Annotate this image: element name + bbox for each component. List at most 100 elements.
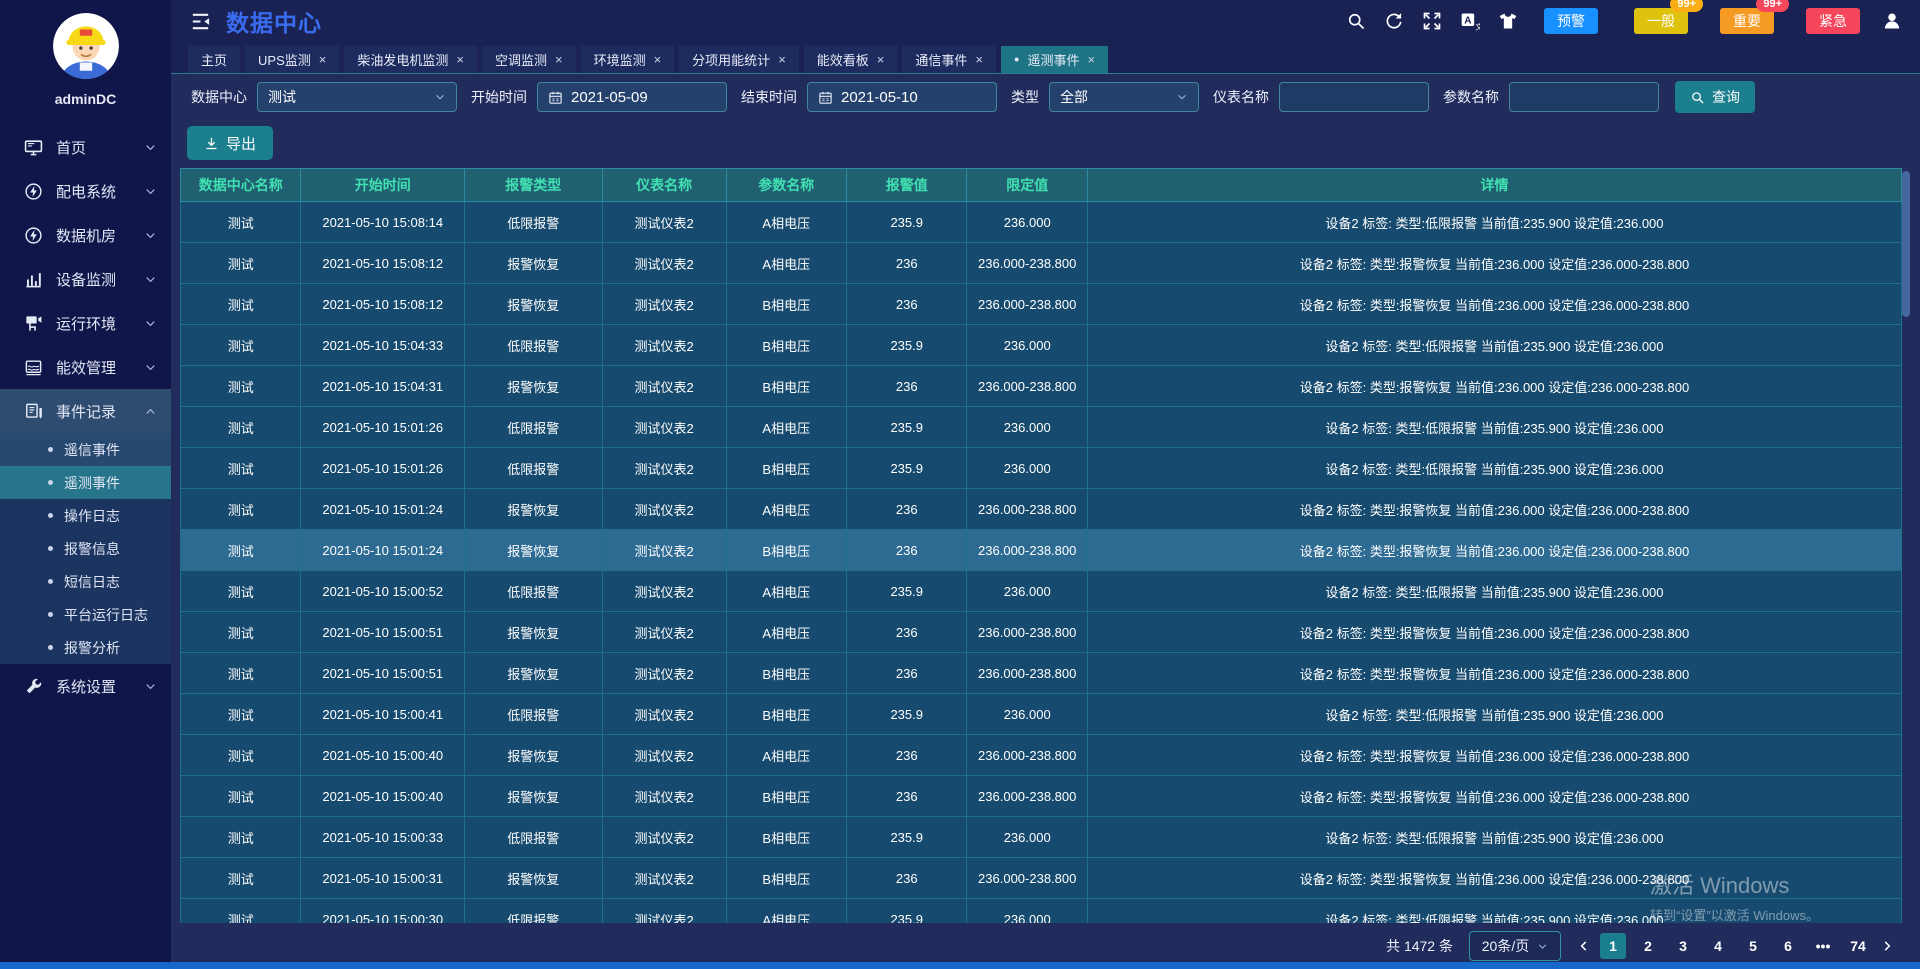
- table-row[interactable]: 测试 2021-05-10 15:08:12 报警恢复 测试仪表2 B相电压 2…: [181, 284, 1902, 325]
- table-row[interactable]: 测试 2021-05-10 15:00:40 报警恢复 测试仪表2 B相电压 2…: [181, 776, 1902, 817]
- tab[interactable]: 柴油发电机监测 ×: [344, 46, 477, 73]
- fullscreen-icon[interactable]: [1422, 11, 1442, 31]
- table-scrollbar-thumb[interactable]: [1902, 171, 1910, 317]
- sidebar-subitem[interactable]: 遥测事件: [0, 466, 171, 499]
- page-button[interactable]: 5: [1740, 933, 1766, 959]
- chevron-down-icon: [144, 185, 157, 198]
- page-button[interactable]: 4: [1705, 933, 1731, 959]
- table-row[interactable]: 测试 2021-05-10 15:00:51 报警恢复 测试仪表2 B相电压 2…: [181, 653, 1902, 694]
- tab[interactable]: 分项用能统计 ×: [679, 46, 799, 73]
- tab[interactable]: ● 遥测事件 ×: [1001, 46, 1108, 73]
- table-row[interactable]: 测试 2021-05-10 15:00:31 报警恢复 测试仪表2 B相电压 2…: [181, 858, 1902, 899]
- tab[interactable]: 环境监测 ×: [581, 46, 675, 73]
- translate-icon[interactable]: [1460, 11, 1480, 31]
- page-button[interactable]: 6: [1775, 933, 1801, 959]
- sidebar-item-label: 配电系统: [56, 181, 116, 202]
- forewarn-label: 预警: [1557, 13, 1585, 29]
- table-row[interactable]: 测试 2021-05-10 15:00:33 低限报警 测试仪表2 B相电压 2…: [181, 817, 1902, 858]
- meter-name-label: 仪表名称: [1213, 87, 1269, 107]
- meter-name-input[interactable]: [1279, 82, 1429, 112]
- page-button[interactable]: 74: [1845, 933, 1871, 959]
- tab[interactable]: 主页: [188, 46, 240, 73]
- export-button[interactable]: 导出: [187, 126, 273, 160]
- table-row[interactable]: 测试 2021-05-10 15:08:14 低限报警 测试仪表2 A相电压 2…: [181, 202, 1902, 243]
- prev-page-icon[interactable]: [1577, 939, 1591, 953]
- sidebar-subitem[interactable]: 报警信息: [0, 532, 171, 565]
- page-button[interactable]: 2: [1635, 933, 1661, 959]
- tab[interactable]: 通信事件 ×: [902, 46, 996, 73]
- sensor-icon: [24, 314, 43, 333]
- sidebar-subitem[interactable]: 短信日志: [0, 565, 171, 598]
- table-row[interactable]: 测试 2021-05-10 15:00:52 低限报警 测试仪表2 A相电压 2…: [181, 571, 1902, 612]
- cell-detail: 设备2 标签: 类型:报警恢复 当前值:236.000 设定值:236.000-…: [1087, 653, 1901, 694]
- sidebar-item-energy-management[interactable]: 能效管理: [0, 345, 171, 389]
- user-avatar[interactable]: [53, 13, 119, 79]
- tab-close-icon[interactable]: ×: [778, 52, 786, 67]
- cell-param-name: B相电压: [726, 776, 846, 817]
- tab-close-icon[interactable]: ×: [877, 52, 885, 67]
- table-row[interactable]: 测试 2021-05-10 15:01:26 低限报警 测试仪表2 A相电压 2…: [181, 407, 1902, 448]
- sidebar-subitem[interactable]: 遥信事件: [0, 433, 171, 466]
- cell-detail: 设备2 标签: 类型:低限报警 当前值:235.900 设定值:236.000: [1087, 202, 1901, 243]
- important-alarm-button[interactable]: 重要 99+: [1720, 8, 1774, 34]
- forewarn-button[interactable]: 预警: [1544, 8, 1598, 34]
- sidebar-item-home[interactable]: 首页: [0, 125, 171, 169]
- start-date-input[interactable]: 2021-05-09: [537, 82, 727, 112]
- theme-icon[interactable]: [1498, 11, 1518, 31]
- collapse-menu-icon[interactable]: [189, 10, 212, 33]
- table-row[interactable]: 测试 2021-05-10 15:04:33 低限报警 测试仪表2 B相电压 2…: [181, 325, 1902, 366]
- table-row[interactable]: 测试 2021-05-10 15:00:41 低限报警 测试仪表2 B相电压 2…: [181, 694, 1902, 735]
- sidebar-item-system-settings[interactable]: 系统设置: [0, 664, 171, 708]
- sidebar-subitem[interactable]: 操作日志: [0, 499, 171, 532]
- tab-close-icon[interactable]: ×: [456, 52, 464, 67]
- general-alarm-button[interactable]: 一般 99+: [1634, 8, 1688, 34]
- cell-alarm-type: 报警恢复: [464, 653, 602, 694]
- cell-limit-value: 236.000: [967, 325, 1087, 366]
- monitor-icon: [24, 138, 43, 157]
- tab[interactable]: UPS监测 ×: [245, 46, 339, 73]
- page-size-select[interactable]: 20条/页: [1469, 931, 1561, 961]
- table-row[interactable]: 测试 2021-05-10 15:04:31 报警恢复 测试仪表2 B相电压 2…: [181, 366, 1902, 407]
- cell-datacenter: 测试: [181, 776, 301, 817]
- datacenter-select[interactable]: 测试: [257, 82, 457, 112]
- tab-close-icon[interactable]: ×: [555, 52, 563, 67]
- param-name-input[interactable]: [1509, 82, 1659, 112]
- sidebar-item-event-records[interactable]: 事件记录: [0, 389, 171, 433]
- table-row[interactable]: 测试 2021-05-10 15:01:24 报警恢复 测试仪表2 A相电压 2…: [181, 489, 1902, 530]
- page-button[interactable]: 1: [1600, 933, 1626, 959]
- user-icon[interactable]: [1882, 11, 1902, 31]
- tab-close-icon[interactable]: ×: [319, 52, 327, 67]
- tab[interactable]: 能效看板 ×: [804, 46, 898, 73]
- cell-detail: 设备2 标签: 类型:低限报警 当前值:235.900 设定值:236.000: [1087, 899, 1901, 924]
- cell-start-time: 2021-05-10 15:00:52: [301, 571, 464, 612]
- sidebar-item-data-room[interactable]: 数据机房: [0, 213, 171, 257]
- urgent-alarm-button[interactable]: 紧急: [1806, 8, 1860, 34]
- cell-alarm-value: 236: [847, 530, 967, 571]
- type-select[interactable]: 全部: [1049, 82, 1199, 112]
- sidebar-item-environment[interactable]: 运行环境: [0, 301, 171, 345]
- tab-close-icon[interactable]: ×: [975, 52, 983, 67]
- sidebar-item-device-monitoring[interactable]: 设备监测: [0, 257, 171, 301]
- table-row[interactable]: 测试 2021-05-10 15:01:26 低限报警 测试仪表2 B相电压 2…: [181, 448, 1902, 489]
- cell-alarm-type: 报警恢复: [464, 735, 602, 776]
- sidebar-subitem[interactable]: 平台运行日志: [0, 598, 171, 631]
- cell-alarm-type: 报警恢复: [464, 612, 602, 653]
- tab[interactable]: 空调监测 ×: [482, 46, 576, 73]
- page-button[interactable]: •••: [1810, 933, 1836, 959]
- next-page-icon[interactable]: [1880, 939, 1894, 953]
- page-button[interactable]: 3: [1670, 933, 1696, 959]
- table-row[interactable]: 测试 2021-05-10 15:08:12 报警恢复 测试仪表2 A相电压 2…: [181, 243, 1902, 284]
- table-row[interactable]: 测试 2021-05-10 15:00:40 报警恢复 测试仪表2 A相电压 2…: [181, 735, 1902, 776]
- sidebar-subitem[interactable]: 报警分析: [0, 631, 171, 664]
- search-button[interactable]: 查询: [1675, 81, 1755, 113]
- search-icon[interactable]: [1346, 11, 1366, 31]
- tab-close-icon[interactable]: ×: [1087, 52, 1095, 67]
- cell-param-name: B相电压: [726, 325, 846, 366]
- tab-close-icon[interactable]: ×: [654, 52, 662, 67]
- table-row[interactable]: 测试 2021-05-10 15:00:30 低限报警 测试仪表2 A相电压 2…: [181, 899, 1902, 924]
- end-date-input[interactable]: 2021-05-10: [807, 82, 997, 112]
- sidebar-item-power-distribution[interactable]: 配电系统: [0, 169, 171, 213]
- table-row[interactable]: 测试 2021-05-10 15:01:24 报警恢复 测试仪表2 B相电压 2…: [181, 530, 1902, 571]
- table-row[interactable]: 测试 2021-05-10 15:00:51 报警恢复 测试仪表2 A相电压 2…: [181, 612, 1902, 653]
- refresh-icon[interactable]: [1384, 11, 1404, 31]
